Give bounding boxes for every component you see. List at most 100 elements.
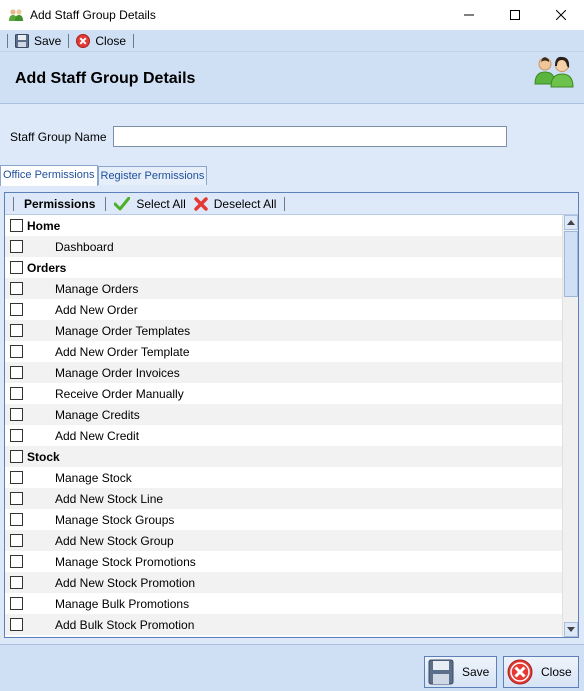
- permission-label: Add New Order: [55, 303, 138, 317]
- permission-checkbox[interactable]: [10, 492, 23, 505]
- permission-checkbox[interactable]: [10, 324, 23, 337]
- floppy-disk-icon: [428, 659, 454, 685]
- permission-row[interactable]: Add New Stock Line: [5, 488, 562, 509]
- permission-checkbox[interactable]: [10, 303, 23, 316]
- staff-group-name-label: Staff Group Name: [10, 130, 107, 144]
- toolbar-save-button[interactable]: Save: [11, 33, 65, 48]
- permission-checkbox[interactable]: [10, 471, 23, 484]
- permission-row[interactable]: Manage Credits: [5, 404, 562, 425]
- permission-checkbox[interactable]: [10, 387, 23, 400]
- permission-checkbox[interactable]: [10, 618, 23, 631]
- permissions-panel: Permissions Select All Deselect All Home…: [4, 192, 579, 638]
- permission-group-row[interactable]: Home: [5, 215, 562, 236]
- toolbar-save-label: Save: [34, 33, 62, 48]
- permission-checkbox[interactable]: [10, 597, 23, 610]
- permission-checkbox[interactable]: [10, 513, 23, 526]
- toolbar-separator: [68, 33, 70, 48]
- permission-group-row[interactable]: Stock: [5, 446, 562, 467]
- select-all-label: Select All: [136, 196, 186, 211]
- toolbar-close-button[interactable]: Close: [72, 33, 130, 48]
- permissions-list: Home Dashboard Orders Manage Orders Add New …: [5, 215, 562, 637]
- permission-label: Manage Order Templates: [55, 324, 191, 338]
- permission-label: Add Bulk Stock Promotion: [55, 618, 195, 632]
- permission-row[interactable]: Add New Stock Promotion: [5, 572, 562, 593]
- permission-row[interactable]: Add New Credit: [5, 425, 562, 446]
- scroll-up-button[interactable]: [564, 215, 578, 230]
- permission-group-label: Home: [27, 219, 61, 233]
- permission-label: Add New Stock Group: [55, 534, 174, 548]
- permission-checkbox[interactable]: [10, 534, 23, 547]
- footer-close-button[interactable]: Close: [503, 656, 579, 688]
- permission-checkbox[interactable]: [10, 366, 23, 379]
- permission-checkbox[interactable]: [10, 408, 23, 421]
- permission-checkbox[interactable]: [10, 240, 23, 253]
- footer-save-label: Save: [462, 665, 490, 679]
- footer-save-button[interactable]: Save: [424, 656, 497, 688]
- staff-people-icon: [532, 54, 576, 88]
- permission-tabs: Office Permissions Register Permissions: [0, 165, 208, 186]
- select-all-button[interactable]: Select All: [110, 196, 189, 211]
- permission-checkbox[interactable]: [10, 576, 23, 589]
- chevron-down-icon: [567, 627, 575, 632]
- checkmark-icon: [114, 196, 131, 210]
- permission-group-row[interactable]: Orders: [5, 257, 562, 278]
- minimize-icon: [464, 14, 474, 16]
- permission-checkbox[interactable]: [10, 555, 23, 568]
- permission-label: Manage Order Invoices: [55, 366, 180, 380]
- deselect-all-label: Deselect All: [213, 196, 277, 211]
- permission-label: Manage Credits: [55, 408, 140, 422]
- staff-group-icon: [8, 7, 24, 23]
- close-icon: [556, 10, 566, 20]
- scroll-thumb[interactable]: [564, 231, 578, 297]
- permission-label: Add New Stock Promotion: [55, 576, 196, 590]
- deselect-all-button[interactable]: Deselect All: [190, 197, 281, 211]
- form-area: Staff Group Name Office Permissions Regi…: [0, 104, 584, 644]
- permission-checkbox[interactable]: [10, 282, 23, 295]
- permissions-title: Permissions: [24, 196, 96, 211]
- permission-checkbox[interactable]: [10, 261, 23, 274]
- permission-checkbox[interactable]: [10, 345, 23, 358]
- permission-group-label: Orders: [27, 261, 67, 275]
- minimize-button[interactable]: [446, 0, 492, 30]
- toolbar-separator: [7, 33, 8, 48]
- permission-row[interactable]: Manage Stock Promotions: [5, 551, 562, 572]
- permission-label: Receive Order Manually: [55, 387, 184, 401]
- permission-row[interactable]: Dashboard: [5, 236, 562, 257]
- window-title: Add Staff Group Details: [30, 8, 156, 22]
- permission-label: Manage Bulk Promotions: [55, 597, 190, 611]
- permission-row[interactable]: Manage Bulk Promotions: [5, 593, 562, 614]
- red-x-icon: [193, 196, 208, 211]
- permission-checkbox[interactable]: [10, 219, 23, 232]
- permissions-scrollbar[interactable]: [562, 215, 578, 637]
- permission-row[interactable]: Manage Order Invoices: [5, 362, 562, 383]
- tab-register-permissions[interactable]: Register Permissions: [97, 166, 208, 185]
- permissions-separator: [105, 196, 107, 211]
- permission-label: Manage Stock Promotions: [55, 555, 196, 569]
- permission-row[interactable]: Manage Stock: [5, 467, 562, 488]
- permission-row[interactable]: Manage Order Templates: [5, 320, 562, 341]
- maximize-icon: [510, 10, 520, 20]
- toolbar-separator: [133, 33, 135, 48]
- permission-row[interactable]: Add New Order: [5, 299, 562, 320]
- footer: Save Close: [0, 644, 584, 691]
- permission-checkbox[interactable]: [10, 450, 23, 463]
- page-title: Add Staff Group Details: [15, 70, 196, 87]
- permission-group-label: Stock: [27, 450, 60, 464]
- permission-label: Add New Stock Line: [55, 492, 164, 506]
- staff-group-name-input[interactable]: [113, 126, 507, 147]
- tab-office-permissions[interactable]: Office Permissions: [0, 165, 98, 186]
- permission-checkbox[interactable]: [10, 429, 23, 442]
- permission-row[interactable]: Add New Order Template: [5, 341, 562, 362]
- toolbar-close-label: Close: [95, 33, 127, 48]
- close-window-button[interactable]: [538, 0, 584, 30]
- permission-row[interactable]: Manage Orders: [5, 278, 562, 299]
- toolbar: Save Close: [0, 30, 584, 52]
- chevron-up-icon: [567, 220, 575, 225]
- permission-row[interactable]: Receive Order Manually: [5, 383, 562, 404]
- scroll-down-button[interactable]: [564, 622, 578, 637]
- maximize-button[interactable]: [492, 0, 538, 30]
- permission-row[interactable]: Add New Stock Group: [5, 530, 562, 551]
- permission-row[interactable]: Add Bulk Stock Promotion: [5, 614, 562, 635]
- permission-row[interactable]: Manage Stock Groups: [5, 509, 562, 530]
- permissions-separator: [284, 196, 286, 211]
